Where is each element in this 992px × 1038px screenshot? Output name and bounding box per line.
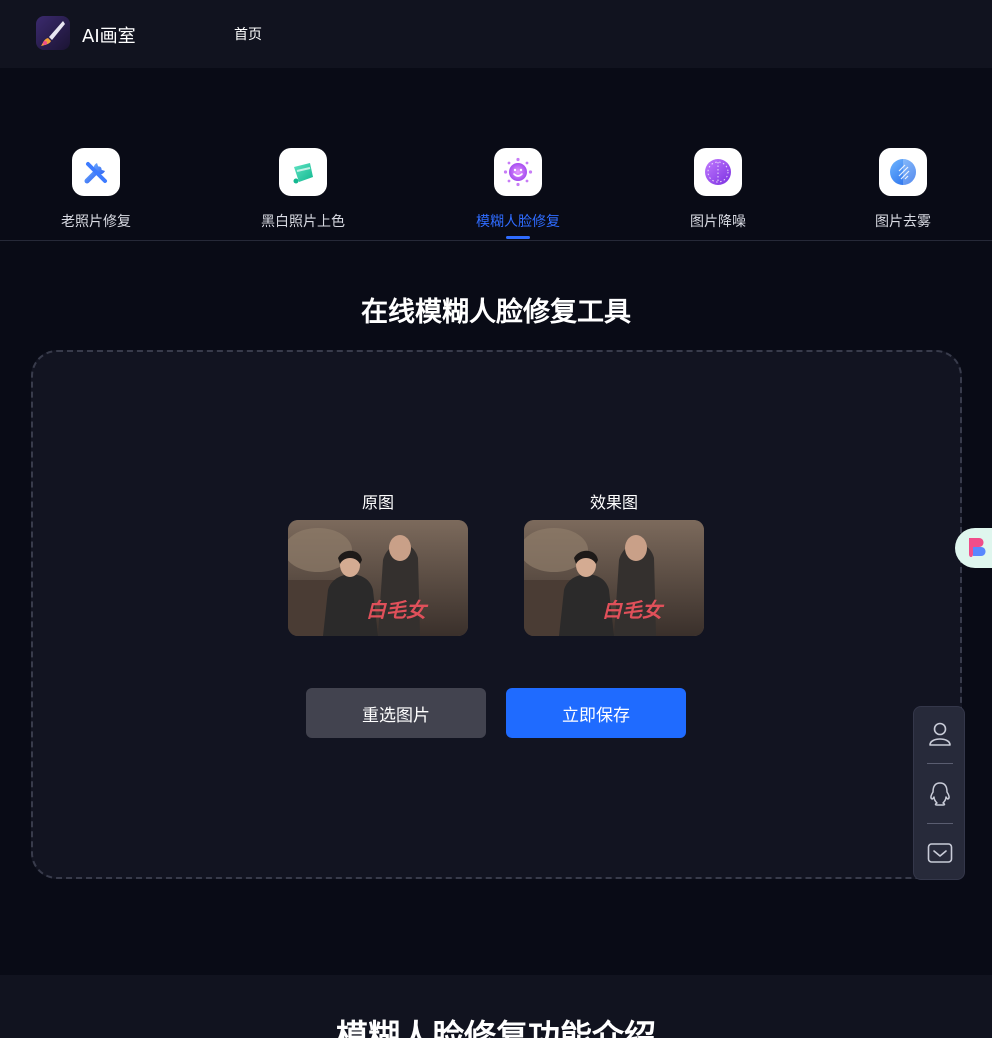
side-contact-bar (913, 706, 965, 880)
result-label: 效果图 (589, 493, 638, 512)
tab-denoise[interactable]: 图片降噪 (648, 148, 788, 240)
photo-caption: 白毛女 (366, 598, 429, 622)
tab-face-restore[interactable]: 模糊人脸修复 (448, 148, 588, 240)
tab-label: 图片降噪 (690, 214, 746, 230)
result-image: 白毛女 (524, 520, 704, 636)
side-divider (927, 823, 953, 824)
tool-tabs: 老照片修复 黑白照片上色 模糊人脸修复 图片降噪 图片去雾 (0, 140, 992, 241)
tab-bw-colorize[interactable]: 黑白照片上色 (233, 148, 373, 240)
save-now-button[interactable]: 立即保存 (506, 688, 686, 738)
logo-icon[interactable] (36, 16, 70, 50)
tab-label: 黑白照片上色 (261, 214, 345, 230)
photo-caption: 白毛女 (602, 598, 665, 622)
active-tab-indicator (506, 236, 530, 239)
noise-icon (694, 148, 742, 196)
tab-label: 模糊人脸修复 (476, 214, 560, 230)
side-divider (927, 763, 953, 764)
qq-icon[interactable] (914, 770, 966, 818)
dehaze-icon (879, 148, 927, 196)
tab-dehaze[interactable]: 图片去雾 (833, 148, 973, 240)
user-icon[interactable] (914, 710, 966, 758)
floating-extension-badge[interactable] (955, 528, 992, 568)
tool-title: 在线模糊人脸修复工具 (361, 297, 631, 328)
message-icon[interactable] (914, 829, 966, 877)
face-icon (494, 148, 542, 196)
upload-panel[interactable] (31, 350, 962, 879)
brand-name[interactable]: AI画室 (82, 22, 136, 48)
feature-intro-section: 模糊人脸修复功能介绍 (0, 975, 992, 1038)
nav-home-link[interactable]: 首页 (234, 24, 262, 44)
paint-bucket-icon (279, 148, 327, 196)
original-label: 原图 (361, 493, 394, 512)
tab-label: 老照片修复 (61, 214, 131, 230)
original-image: 白毛女 (288, 520, 468, 636)
tab-old-photo-restore[interactable]: 老照片修复 (26, 148, 166, 240)
reselect-image-button[interactable]: 重选图片 (306, 688, 486, 738)
intro-title: 模糊人脸修复功能介绍 (335, 1017, 656, 1038)
extension-logo-icon (969, 538, 986, 557)
tab-label: 图片去雾 (875, 214, 931, 230)
top-header: AI画室 首页 (0, 0, 992, 68)
wrench-icon (72, 148, 120, 196)
